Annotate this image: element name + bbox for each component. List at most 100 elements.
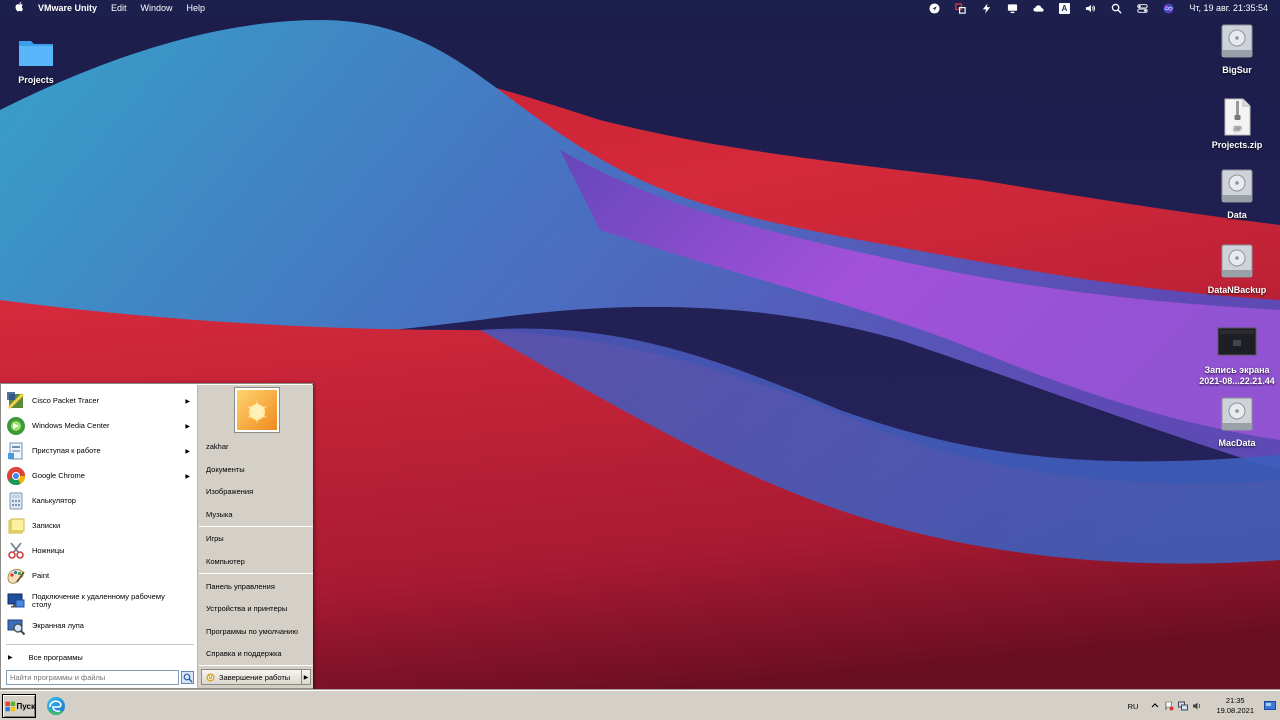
place-default-programs[interactable]: Программы по умолчанию	[206, 625, 310, 639]
cloud-icon[interactable]	[1032, 2, 1044, 14]
submenu-arrow-icon: ▶	[185, 448, 190, 455]
navigation-icon[interactable]	[928, 2, 940, 14]
hard-drive-icon	[1217, 395, 1257, 435]
submenu-arrow-icon: ▶	[185, 473, 190, 480]
program-magnifier[interactable]: Экранная лупа	[6, 614, 194, 638]
place-music[interactable]: Музыка	[206, 508, 310, 522]
monitor-icon[interactable]	[1006, 2, 1018, 14]
place-games[interactable]: Игры	[206, 532, 310, 546]
program-remote-desktop[interactable]: Подключение к удаленному рабочему столу	[6, 589, 194, 613]
siri-icon[interactable]	[1162, 2, 1174, 14]
all-programs-button[interactable]: ▶ Все программы	[8, 650, 83, 664]
taskbar: Пуск RU 21:35 19.08.2021	[0, 690, 1280, 720]
desktop-icon-screen-recording[interactable]: Запись экрана 2021-08...22.21.44	[1195, 322, 1279, 387]
place-help-support[interactable]: Справка и поддержка	[206, 647, 310, 661]
menubar-status-area: A Чт, 19 авг. 21:35:54	[921, 0, 1280, 16]
vmware-icon[interactable]	[954, 2, 966, 14]
hard-drive-icon	[1217, 167, 1257, 207]
desktop-icon-bigsur[interactable]: BigSur	[1195, 22, 1279, 76]
video-file-icon	[1217, 322, 1257, 362]
desktop-icon-label: Запись экрана 2021-08...22.21.44	[1199, 365, 1275, 386]
remote-desktop-icon	[6, 591, 26, 611]
taskbar-date: 19.08.2021	[1216, 706, 1254, 715]
menu-window[interactable]: Window	[141, 3, 173, 13]
program-paint[interactable]: Paint	[6, 564, 194, 588]
control-center-icon[interactable]	[1136, 2, 1148, 14]
desktop-icon-label: DataNBackup	[1207, 285, 1267, 295]
a-icon[interactable]: A	[1058, 2, 1070, 14]
hard-drive-icon	[1217, 242, 1257, 282]
scissors-icon	[6, 541, 26, 561]
start-button[interactable]: Пуск	[2, 694, 36, 718]
getting-started-icon	[6, 441, 26, 461]
place-control-panel[interactable]: Панель управления	[206, 580, 310, 594]
program-snipping-tool[interactable]: Ножницы	[6, 539, 194, 563]
magnifier-icon	[6, 616, 26, 636]
network-icon[interactable]	[1178, 701, 1189, 711]
bolt-icon[interactable]	[980, 2, 992, 14]
program-sticky-notes[interactable]: Записки	[6, 514, 194, 538]
submenu-arrow-icon: ▶	[185, 423, 190, 430]
windows-media-center-icon	[6, 416, 26, 436]
place-computer[interactable]: Компьютер	[206, 555, 310, 569]
start-search-input[interactable]	[6, 670, 179, 685]
start-menu-places-pane: zakhar Документы Изображения Музыка Игры…	[197, 385, 313, 688]
menu-edit[interactable]: Edit	[111, 3, 127, 13]
action-center-flag-icon[interactable]	[1164, 701, 1174, 711]
start-menu-programs-pane: Cisco Packet Tracer ▶ Windows Media Cent…	[2, 385, 196, 688]
cisco-packet-tracer-icon	[6, 391, 26, 411]
menubar-clock[interactable]: Чт, 19 авг. 21:35:54	[1189, 3, 1268, 13]
taskbar-clock[interactable]: 21:35 19.08.2021	[1216, 696, 1254, 716]
paint-icon	[6, 566, 26, 586]
volume-icon[interactable]	[1192, 701, 1202, 711]
apple-menu-icon[interactable]	[12, 1, 26, 15]
desktop-icon-projects-zip[interactable]: ZIP Projects.zip	[1195, 97, 1279, 151]
program-windows-media-center[interactable]: Windows Media Center ▶	[6, 414, 194, 438]
desktop-icon-datanbackup[interactable]: DataNBackup	[1195, 242, 1279, 296]
shutdown-button[interactable]: Завершение работы	[201, 669, 302, 685]
calculator-icon	[6, 491, 26, 511]
system-tray: RU 21:35 19.08.2021	[1128, 691, 1280, 720]
hard-drive-icon	[1217, 22, 1257, 62]
user-avatar[interactable]	[235, 388, 279, 432]
all-programs-arrow-icon: ▶	[8, 654, 13, 661]
desktop-icon-label: BigSur	[1222, 65, 1252, 75]
program-getting-started[interactable]: Приступая к работе ▶	[6, 439, 194, 463]
taskbar-time: 21:35	[1225, 696, 1245, 705]
place-documents[interactable]: Документы	[206, 463, 310, 477]
menu-app-name[interactable]: VMware Unity	[38, 3, 97, 13]
search-icon[interactable]	[1110, 2, 1122, 14]
places-separator	[199, 573, 313, 574]
desktop-icon-label: Projects.zip	[1211, 140, 1263, 150]
place-user-folder[interactable]: zakhar	[206, 440, 310, 454]
volume-icon[interactable]	[1084, 2, 1096, 14]
program-google-chrome[interactable]: Google Chrome ▶	[6, 464, 194, 488]
place-devices-printers[interactable]: Устройства и принтеры	[206, 602, 310, 616]
windows-logo-icon	[5, 701, 16, 711]
svg-text:ZIP: ZIP	[1234, 126, 1242, 132]
power-icon	[206, 672, 215, 682]
chrome-icon	[6, 466, 26, 486]
folder-icon	[16, 32, 56, 72]
place-pictures[interactable]: Изображения	[206, 485, 310, 499]
show-desktop-icon[interactable]	[1264, 700, 1276, 712]
desktop-icon-label: Data	[1227, 210, 1247, 220]
start-search-button[interactable]	[181, 671, 194, 684]
tray-expand-icon[interactable]	[1150, 701, 1160, 711]
desktop-icon-projects[interactable]: Projects	[0, 32, 78, 86]
taskbar-edge-button[interactable]	[45, 695, 67, 717]
zip-file-icon: ZIP	[1217, 97, 1257, 137]
menu-help[interactable]: Help	[187, 3, 206, 13]
start-menu: Cisco Packet Tracer ▶ Windows Media Cent…	[0, 383, 313, 689]
desktop-icon-label: MacData	[1218, 438, 1256, 448]
places-separator	[199, 526, 313, 527]
shutdown-options-arrow-icon[interactable]: ▶	[302, 669, 311, 685]
edge-icon	[47, 697, 65, 715]
desktop-icon-label: Projects	[18, 75, 54, 85]
search-icon	[183, 673, 192, 682]
program-cisco-packet-tracer[interactable]: Cisco Packet Tracer ▶	[6, 389, 194, 413]
desktop-icon-data[interactable]: Data	[1195, 167, 1279, 221]
language-indicator[interactable]: RU	[1128, 702, 1139, 711]
desktop-icon-macdata[interactable]: MacData	[1195, 395, 1279, 449]
program-calculator[interactable]: Калькулятор	[6, 489, 194, 513]
